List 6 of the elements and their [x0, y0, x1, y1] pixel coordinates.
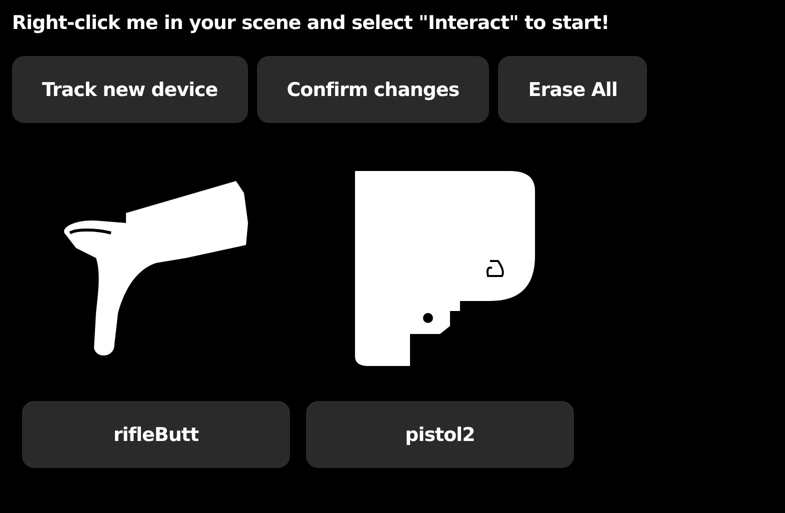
action-button[interactable]: Erase All	[498, 56, 648, 123]
instruction-text: Right-click me in your scene and select "Interact" to start!	[12, 12, 610, 34]
action-button[interactable]: Confirm changes	[256, 56, 490, 123]
action-button[interactable]: Track new device	[12, 56, 248, 123]
device-button[interactable]: rifleButt	[22, 401, 290, 468]
device-button[interactable]: pistol2	[306, 401, 574, 468]
